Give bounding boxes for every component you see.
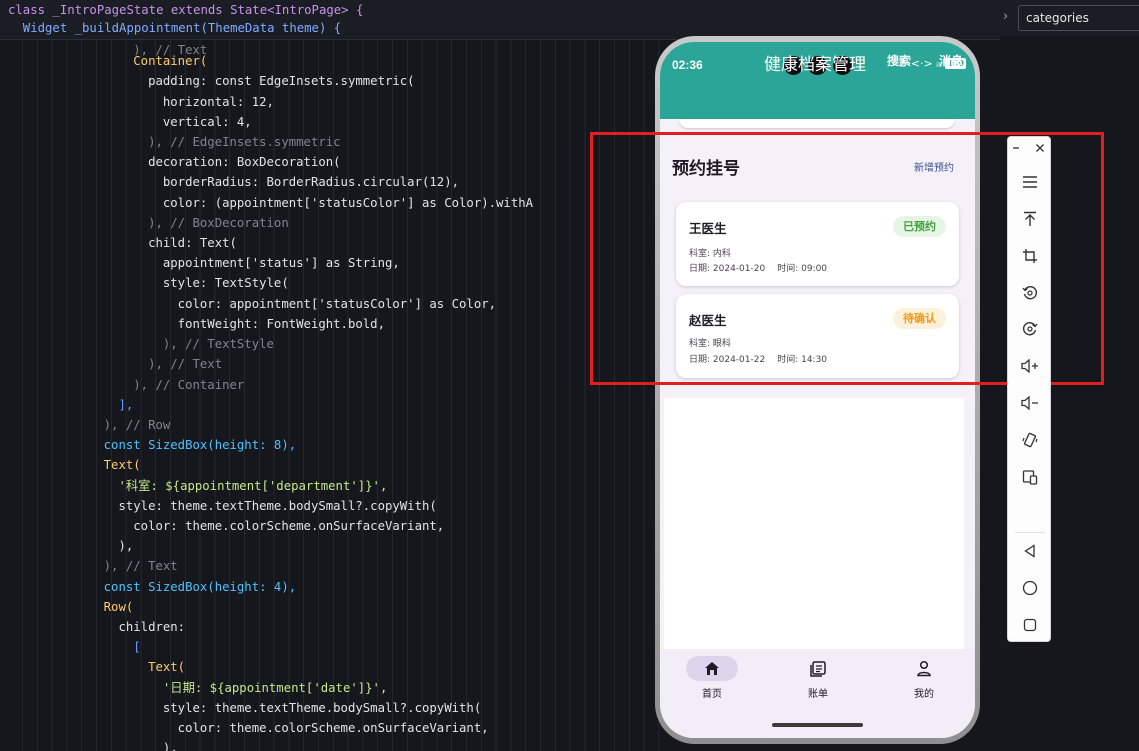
screenshot-crop-icon[interactable] — [1008, 242, 1052, 270]
code-line: const SizedBox(height: 4), — [0, 580, 297, 594]
previous-card — [679, 119, 955, 128]
code-line: ), // EdgeInsets.symmetric — [0, 135, 341, 149]
code-line: padding: const EdgeInsets.symmetric( — [0, 74, 415, 88]
emulator-toolbar — [1007, 136, 1051, 642]
code-line: style: TextStyle( — [0, 276, 289, 290]
nav-mine-label[interactable]: 我的 — [914, 685, 934, 700]
code-line: const SizedBox(height: 8), — [0, 438, 297, 452]
messages-button[interactable]: 消息 — [939, 52, 963, 69]
shake-icon[interactable] — [1008, 426, 1052, 454]
person-icon[interactable] — [916, 660, 932, 681]
overview-icon[interactable] — [1008, 611, 1052, 639]
bill-icon[interactable] — [809, 660, 827, 682]
rotate-right-icon[interactable] — [1008, 315, 1052, 343]
app-bar — [660, 84, 975, 119]
code-line: Container( — [0, 54, 208, 68]
code-line: child: Text( — [0, 236, 237, 250]
next-section-panel — [664, 398, 964, 649]
multi-device-icon[interactable] — [1008, 463, 1052, 491]
code-line: children: — [0, 620, 186, 634]
code-line: vertical: 4, — [0, 115, 252, 129]
nav-bills-label[interactable]: 账单 — [808, 685, 828, 700]
code-line: color: (appointment['statusColor'] as Co… — [0, 196, 534, 210]
search-input[interactable]: categories — [1018, 5, 1139, 31]
code-line: Row( — [0, 600, 134, 614]
code-line: appointment['status'] as String, — [0, 256, 400, 270]
close-icon[interactable] — [1026, 134, 1054, 162]
code-line: ), // Text — [0, 357, 223, 371]
sticky-scroll-line[interactable]: class _IntroPageState extends State<Intr… — [0, 0, 1000, 20]
code-line: ], — [0, 398, 134, 412]
code-line: ), // Container — [0, 378, 245, 392]
pin-to-top-icon[interactable] — [1008, 205, 1052, 233]
code-line: Text( — [0, 660, 186, 674]
app-title: 健康档案管理 — [764, 55, 866, 75]
status-time: 02:36 — [672, 58, 703, 72]
code-line: ), // Row — [0, 418, 171, 432]
code-line: ), — [0, 741, 178, 751]
code-line: '科室: ${appointment['department']}', — [0, 479, 388, 493]
code-line: [ — [0, 640, 141, 654]
volume-up-icon[interactable] — [1008, 352, 1052, 380]
code-line: fontWeight: FontWeight.bold, — [0, 317, 385, 331]
home-icon[interactable] — [704, 661, 720, 680]
code-line: color: appointment['statusColor'] as Col… — [0, 297, 497, 311]
menu-icon[interactable] — [1008, 168, 1052, 196]
gesture-bar[interactable] — [772, 723, 863, 727]
rotate-left-icon[interactable] — [1008, 279, 1052, 307]
code-line: ), — [0, 539, 134, 553]
code-editor[interactable]: ), // Text Container( padding: const Edg… — [0, 0, 1000, 751]
code-line: borderRadius: BorderRadius.circular(12), — [0, 175, 460, 189]
back-icon[interactable] — [1008, 537, 1052, 565]
home-icon[interactable] — [1008, 574, 1052, 602]
search-button[interactable]: 搜索 — [887, 52, 911, 69]
code-line: style: theme.textTheme.bodySmall?.copyWi… — [0, 499, 437, 513]
code-line: color: theme.colorScheme.onSurfaceVarian… — [0, 721, 489, 735]
code-line: '日期: ${appointment['date']}', — [0, 681, 388, 695]
code-line: color: theme.colorScheme.onSurfaceVarian… — [0, 519, 445, 533]
nav-home-label[interactable]: 首页 — [702, 685, 722, 700]
code-line: style: theme.textTheme.bodySmall?.copyWi… — [0, 701, 482, 715]
code-line: ), // TextStyle — [0, 337, 274, 351]
code-line: horizontal: 12, — [0, 95, 274, 109]
code-line: ), // Text — [0, 559, 178, 573]
volume-down-icon[interactable] — [1008, 389, 1052, 417]
toolbar-divider — [1015, 532, 1045, 533]
code-line: Text( — [0, 458, 141, 472]
code-line: decoration: BoxDecoration( — [0, 155, 341, 169]
chevron-right-icon[interactable]: › — [1003, 9, 1008, 25]
code-line: ), // BoxDecoration — [0, 216, 289, 230]
